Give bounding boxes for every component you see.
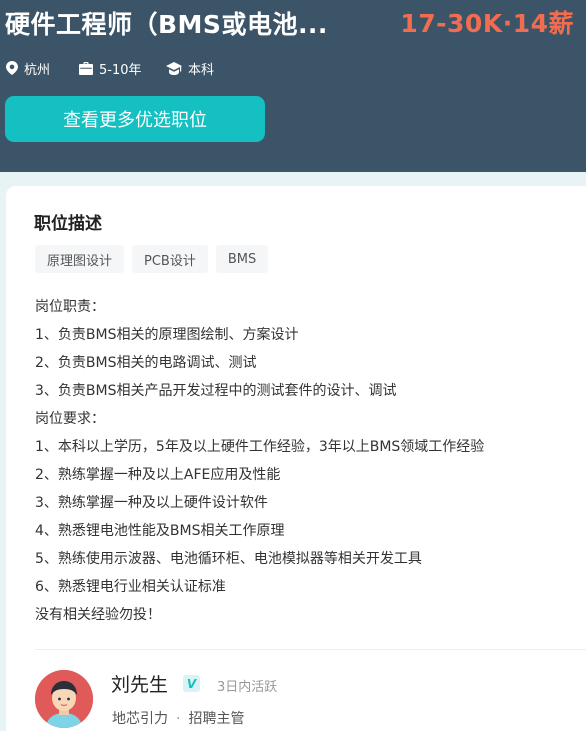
job-header: 硬件工程师（BMS或电池... 17-30K·14薪 杭州 5-10年 本科 查… (0, 0, 586, 172)
graduation-cap-icon (166, 61, 182, 75)
separator-dot: · (176, 711, 181, 727)
description-line: 2、负责BMS相关的电路调试、测试 (35, 355, 257, 371)
description-line: 没有相关经验勿投！ (35, 607, 161, 623)
skill-tag: PCB设计 (132, 245, 208, 273)
job-city-label: 杭州 (24, 62, 51, 78)
section-title: 职位描述 (34, 214, 102, 234)
recruiter-company-role: 地芯引力 · 招聘主管 (112, 708, 244, 728)
job-education-label: 本科 (188, 62, 215, 78)
skill-tag: BMS (215, 245, 269, 273)
job-city: 杭州 (6, 59, 51, 78)
job-education: 本科 (166, 59, 215, 78)
avatar-illustration (35, 670, 93, 728)
skill-tags: 原理图设计 PCB设计 BMS (35, 245, 276, 273)
company-name: 地芯引力 (112, 711, 168, 727)
more-jobs-button[interactable]: 查看更多优选职位 (5, 96, 265, 142)
skill-tag: 原理图设计 (35, 245, 125, 273)
description-line: 2、熟练掌握一种及以上AFE应用及性能 (35, 467, 281, 483)
description-line: 6、熟悉锂电行业相关认证标准 (35, 579, 226, 595)
job-description: 岗位职责： 1、负责BMS相关的原理图绘制、方案设计 2、负责BMS相关的电路调… (35, 293, 484, 629)
description-line: 1、负责BMS相关的原理图绘制、方案设计 (35, 327, 299, 343)
description-line: 岗位职责： (35, 299, 105, 315)
briefcase-icon (79, 61, 93, 75)
description-line: 3、熟练掌握一种及以上硬件设计软件 (35, 495, 268, 511)
recruiter-name[interactable]: 刘先生 (111, 670, 168, 697)
job-title: 硬件工程师（BMS或电池... (5, 10, 328, 39)
location-pin-icon (6, 61, 18, 75)
recruiter-avatar[interactable] (35, 670, 93, 728)
verified-badge-icon: V (183, 675, 200, 692)
salary: 17-30K·14薪 (400, 9, 574, 38)
divider (35, 649, 586, 650)
description-line: 5、熟练使用示波器、电池循环柜、电池模拟器等相关开发工具 (35, 551, 422, 567)
description-line: 岗位要求： (35, 411, 105, 427)
description-line: 1、本科以上学历，5年及以上硬件工作经验，3年以上BMS领域工作经验 (35, 439, 485, 455)
job-experience-label: 5-10年 (99, 62, 142, 78)
active-status: 3日内活跃 (217, 680, 278, 695)
description-line: 3、负责BMS相关产品开发过程中的测试套件的设计、调试 (35, 383, 397, 399)
recruiter-role: 招聘主管 (188, 711, 245, 727)
job-description-card: 职位描述 原理图设计 PCB设计 BMS 岗位职责： 1、负责BMS相关的原理图… (6, 186, 586, 731)
job-experience: 5-10年 (79, 59, 142, 78)
description-line: 4、熟悉锂电池性能及BMS相关工作原理 (35, 523, 285, 539)
